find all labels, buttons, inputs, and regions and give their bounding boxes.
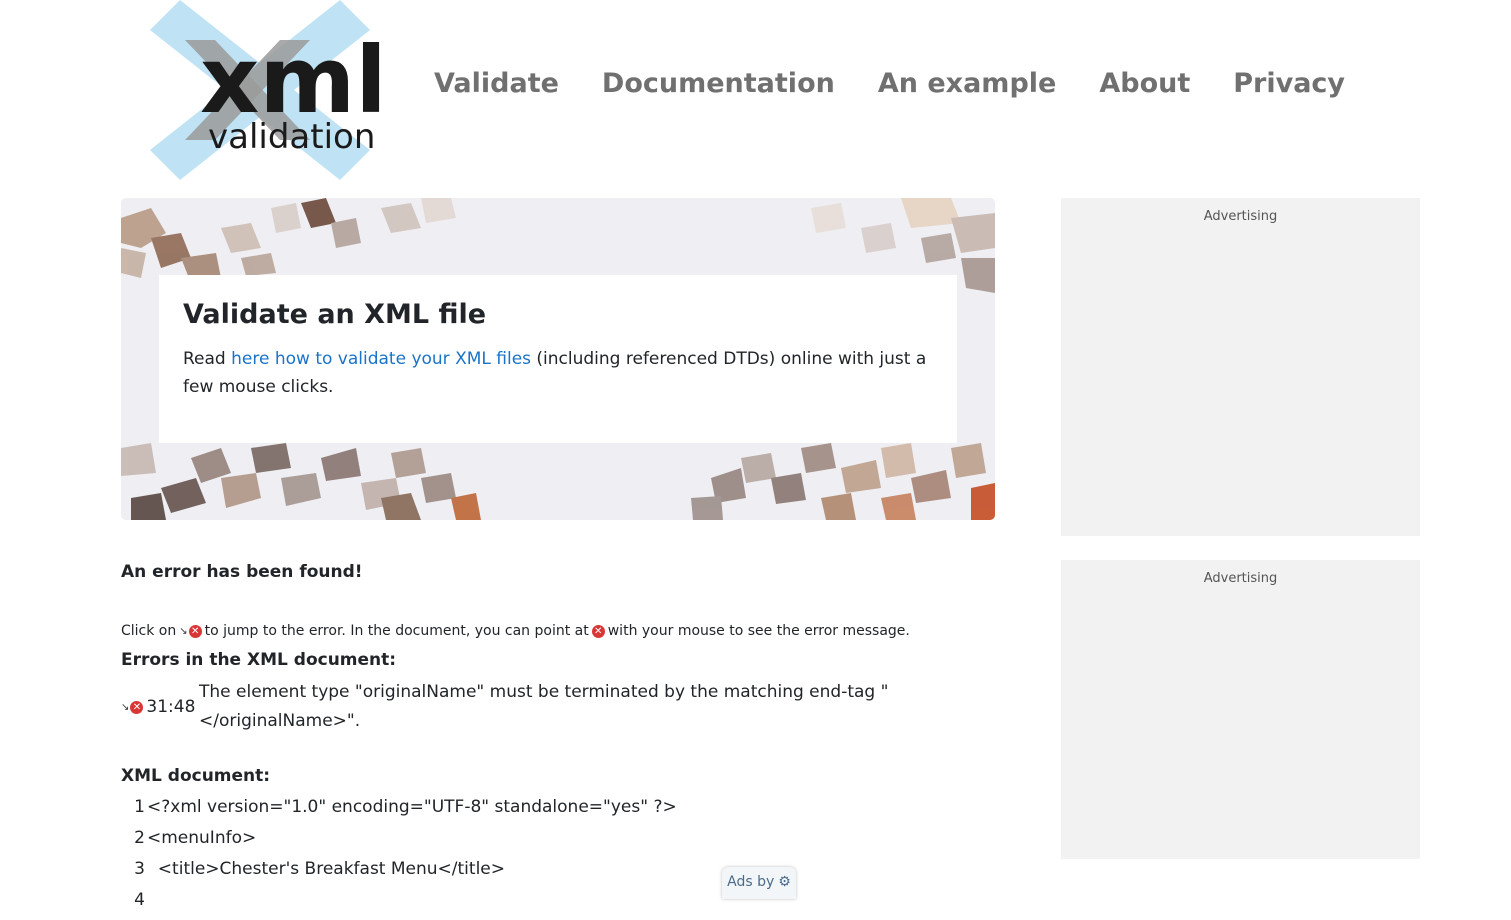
- error-message: The element type "originalName" must be …: [199, 682, 889, 731]
- code-line: 4: [134, 890, 145, 910]
- main-nav: Validate Documentation An example About …: [434, 68, 1388, 99]
- nav-privacy[interactable]: Privacy: [1233, 68, 1345, 99]
- site-logo[interactable]: xml validation: [140, 0, 385, 180]
- jump-to-error-icon: ↘ ✕: [179, 624, 202, 638]
- error-hint: Click on ↘ ✕ to jump to the error. In the…: [121, 623, 910, 639]
- advertising-label: Advertising: [1203, 209, 1278, 224]
- hero-card: Validate an XML file Read here how to va…: [159, 275, 957, 443]
- ads-by-tab[interactable]: Ads by ⚙: [722, 867, 796, 899]
- ad-slot-bottom[interactable]: Advertising: [1061, 560, 1420, 859]
- jump-to-error-icon[interactable]: ↘ ✕: [121, 700, 144, 714]
- error-found-heading: An error has been found!: [121, 562, 363, 582]
- hero-banner: Validate an XML file Read here how to va…: [121, 198, 995, 520]
- nav-an-example[interactable]: An example: [878, 68, 1057, 99]
- xml-document-heading: XML document:: [121, 766, 271, 786]
- code-line: 3 <title>Chester's Breakfast Menu</title…: [134, 859, 505, 879]
- nav-about[interactable]: About: [1099, 68, 1190, 99]
- code-line: 2 <menuInfo>: [134, 828, 257, 848]
- error-location[interactable]: ↘ ✕ 31:48: [121, 678, 199, 736]
- logo-graphic: xml validation: [150, 0, 385, 180]
- howto-link[interactable]: here how to validate your XML files: [231, 349, 531, 369]
- hero-title: Validate an XML file: [183, 299, 487, 330]
- error-marker-icon: ✕: [591, 624, 605, 638]
- advertising-label: Advertising: [1203, 571, 1278, 586]
- error-row: ↘ ✕ 31:48 The element type "originalName"…: [121, 678, 901, 736]
- logo-subtitle: validation: [208, 117, 375, 157]
- nav-documentation[interactable]: Documentation: [602, 68, 835, 99]
- ad-slot-top[interactable]: Advertising: [1061, 198, 1420, 536]
- hero-text: Read here how to validate your XML files…: [183, 349, 927, 397]
- errors-heading: Errors in the XML document:: [121, 650, 397, 670]
- ad-provider-icon: ⚙: [778, 874, 791, 890]
- nav-validate[interactable]: Validate: [434, 68, 559, 99]
- code-line: 1 <?xml version="1.0" encoding="UTF-8" st…: [134, 797, 677, 817]
- xml-document-listing: 1 <?xml version="1.0" encoding="UTF-8" st…: [121, 796, 677, 920]
